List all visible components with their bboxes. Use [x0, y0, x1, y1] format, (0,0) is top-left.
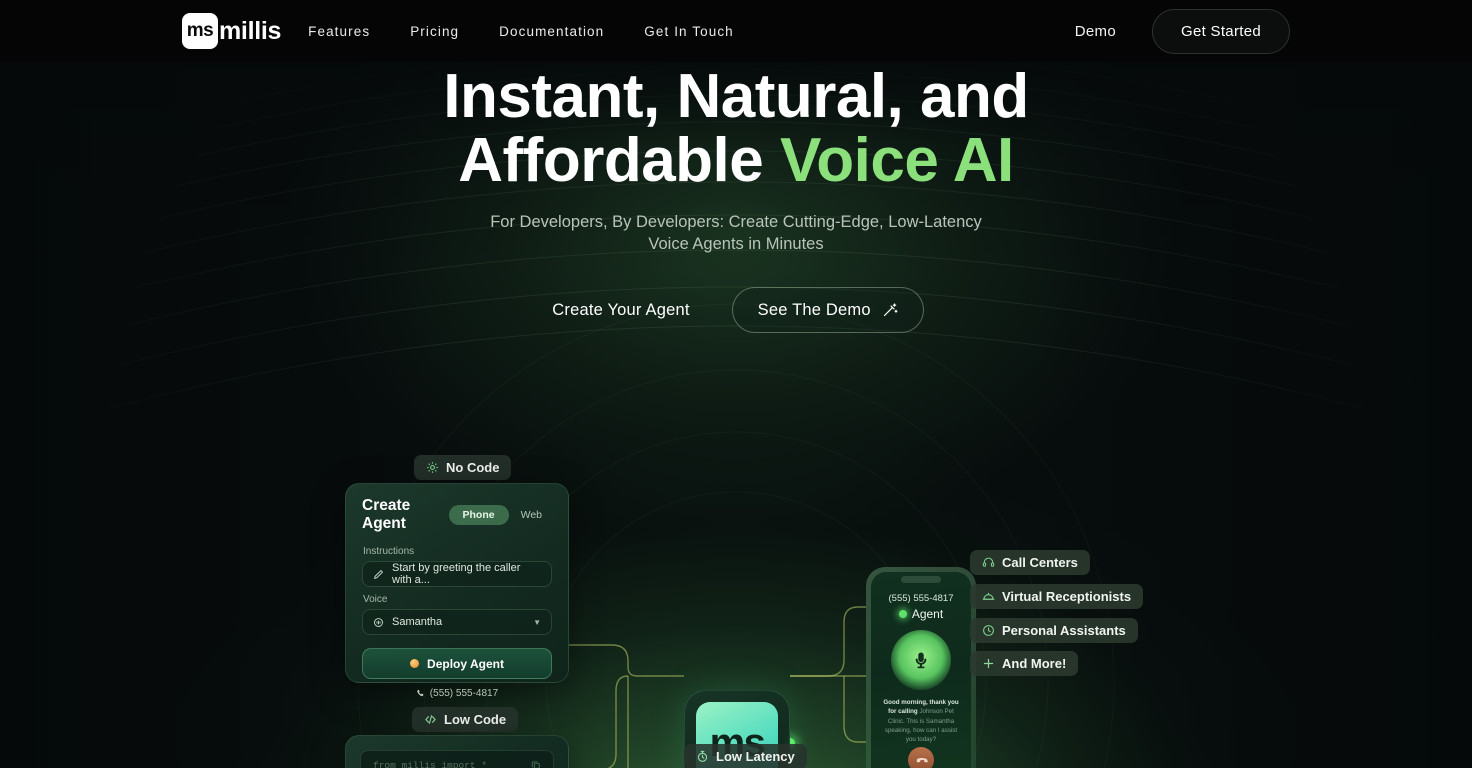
- call-phone-number: (555) 555-4817: [888, 593, 954, 604]
- deploy-agent-button[interactable]: Deploy Agent: [362, 648, 552, 679]
- connector-lines: [569, 606, 866, 768]
- tag-call-centers-label: Call Centers: [1002, 555, 1078, 570]
- hangup-phone-icon[interactable]: [908, 747, 934, 768]
- tag-virtual-receptionists: Virtual Receptionists: [970, 584, 1144, 609]
- phone-icon: [416, 689, 425, 698]
- tab-phone[interactable]: Phone: [448, 505, 509, 525]
- status-dot-icon: [410, 659, 420, 668]
- top-navbar: ms millis Features Pricing Documentation…: [0, 0, 1472, 62]
- nav-link-features[interactable]: Features: [308, 24, 370, 39]
- copy-icon[interactable]: [531, 760, 541, 768]
- code-snippet-block[interactable]: from millis import *: [360, 750, 554, 768]
- get-started-button[interactable]: Get Started: [1151, 8, 1290, 54]
- headset-icon: [982, 556, 995, 569]
- low-code-card: from millis import *: [345, 735, 569, 768]
- create-agent-title: Create Agent: [362, 497, 411, 532]
- nav-actions: Demo Get Started: [1075, 8, 1290, 54]
- phone-mockup: (555) 555-4817 Agent Good morning, thank…: [866, 567, 976, 768]
- plus-icon: [982, 657, 995, 670]
- phone-notch: [901, 576, 941, 583]
- nav-link-documentation[interactable]: Documentation: [499, 24, 604, 39]
- code-brackets-icon: [424, 713, 437, 726]
- tag-and-more: And More!: [970, 651, 1079, 676]
- product-diagram: No Code Create Agent Phone Web Instructi…: [0, 62, 1472, 768]
- create-agent-header: Create Agent Phone Web: [346, 484, 568, 539]
- tag-personal-assistants: Personal Assistants: [970, 618, 1138, 643]
- instructions-input[interactable]: Start by greeting the caller with a...: [362, 561, 552, 587]
- agent-phone-number-label: (555) 555-4817: [429, 688, 499, 699]
- channel-tabs: Phone Web: [448, 505, 553, 525]
- code-snippet-text: from millis import *: [373, 759, 488, 768]
- stopwatch-icon: [696, 750, 709, 763]
- badge-low-code: Low Code: [412, 707, 519, 732]
- badge-low-latency: Low Latency: [684, 744, 807, 768]
- clock-icon: [982, 624, 995, 637]
- brand-logo[interactable]: ms millis: [182, 13, 281, 49]
- badge-no-code: No Code: [414, 455, 512, 480]
- agent-phone-number: (555) 555-4817: [346, 688, 568, 699]
- pencil-icon: [373, 569, 384, 580]
- voice-pin-icon: [373, 617, 384, 628]
- badge-low-latency-label: Low Latency: [716, 749, 795, 764]
- voice-select[interactable]: Samantha ▼: [362, 609, 552, 635]
- nav-link-get-in-touch[interactable]: Get In Touch: [644, 24, 734, 39]
- tag-virtual-receptionists-label: Virtual Receptionists: [1002, 589, 1132, 604]
- logo-mark: ms: [182, 13, 218, 49]
- nav-demo-link[interactable]: Demo: [1075, 23, 1116, 40]
- create-agent-card: Create Agent Phone Web Instructions Star…: [345, 483, 569, 699]
- call-agent-status: Agent: [871, 607, 971, 621]
- instructions-value: Start by greeting the caller with a...: [392, 562, 521, 586]
- voice-value: Samantha: [392, 616, 443, 628]
- phone-screen: (555) 555-4817 Agent Good morning, thank…: [871, 572, 971, 768]
- gear-icon: [426, 461, 439, 474]
- badge-no-code-label: No Code: [446, 460, 500, 475]
- logo-wordmark: millis: [219, 16, 282, 45]
- badge-low-code-label: Low Code: [444, 712, 507, 727]
- call-agent-label: Agent: [911, 607, 944, 621]
- chevron-down-icon: ▼: [533, 617, 541, 627]
- call-transcript: Good morning, thank you for calling John…: [880, 698, 962, 744]
- bell-icon: [982, 590, 995, 603]
- tag-call-centers: Call Centers: [970, 550, 1090, 575]
- deploy-agent-label: Deploy Agent: [427, 656, 504, 671]
- nav-link-pricing[interactable]: Pricing: [410, 24, 459, 39]
- tag-and-more-label: And More!: [1002, 656, 1067, 671]
- instructions-label: Instructions: [363, 546, 415, 557]
- online-dot-icon: [898, 610, 907, 618]
- tab-web[interactable]: Web: [511, 505, 552, 525]
- voice-label: Voice: [363, 594, 388, 605]
- tag-personal-assistants-label: Personal Assistants: [1002, 623, 1126, 638]
- microphone-icon: [891, 630, 951, 690]
- nav-links: Features Pricing Documentation Get In To…: [308, 24, 774, 39]
